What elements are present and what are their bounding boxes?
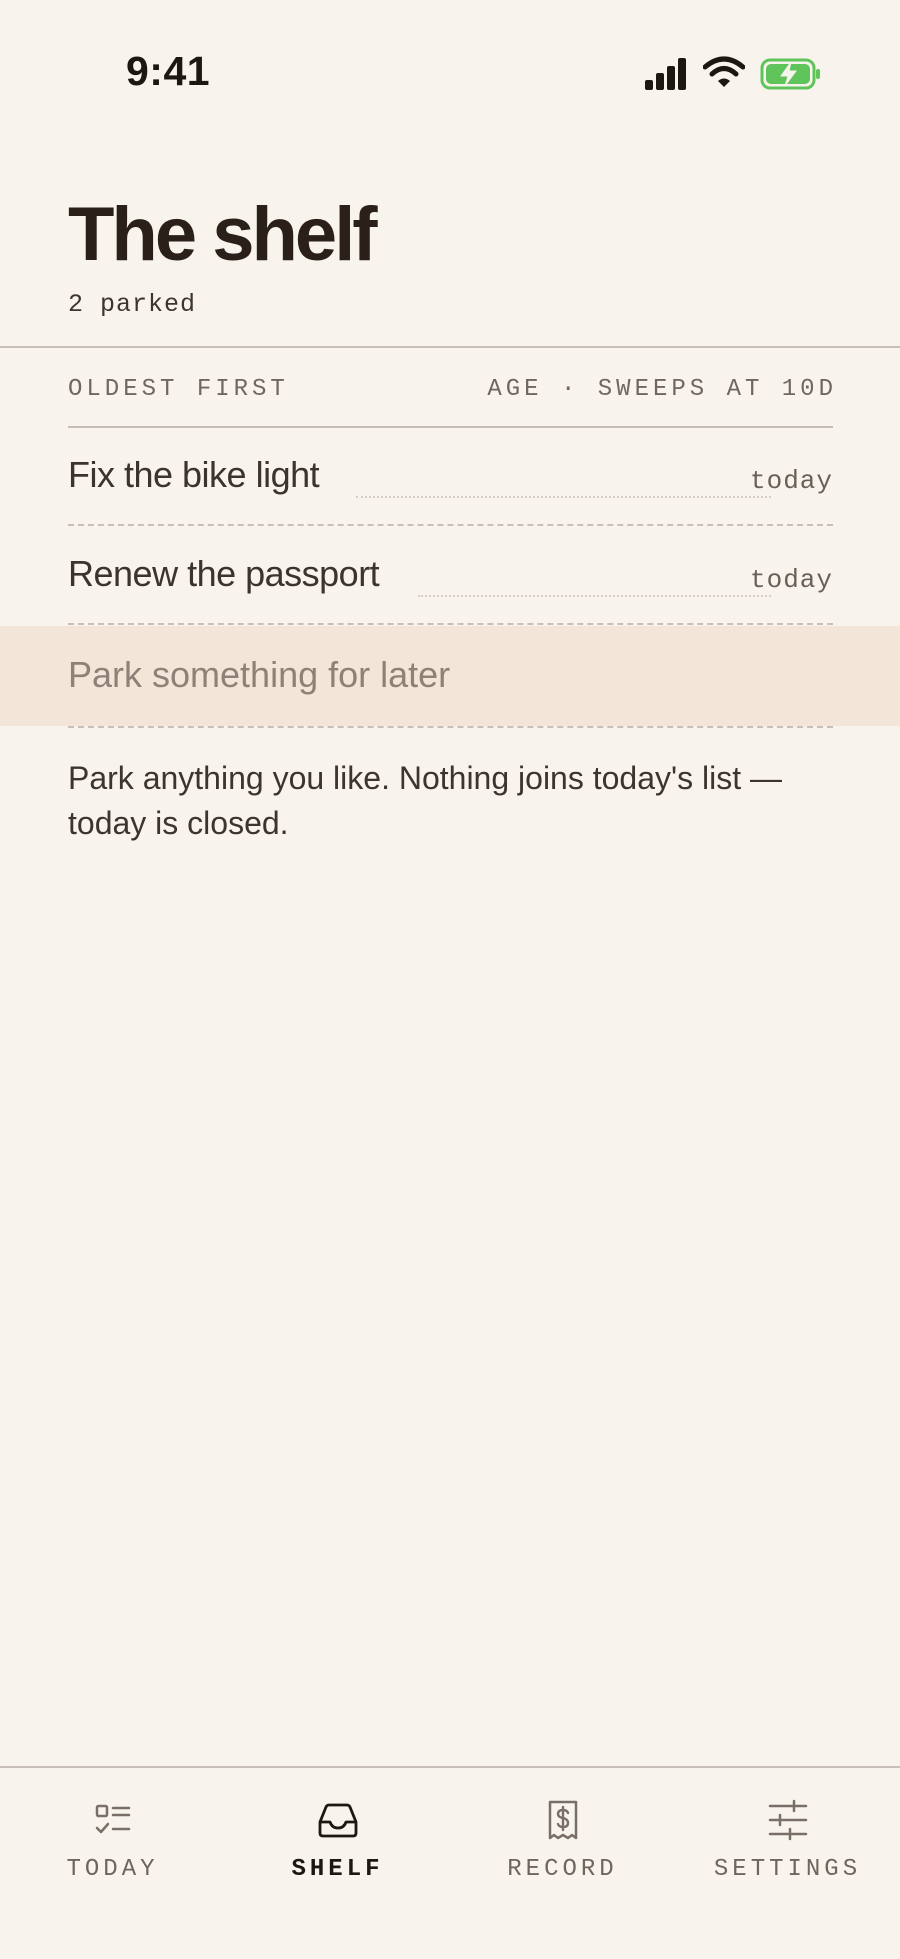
wifi-icon (703, 56, 745, 87)
add-item-row (0, 626, 900, 726)
status-bar: 9:41 (0, 0, 900, 140)
tab-settings[interactable]: SETTINGS (675, 1798, 900, 1918)
tab-label: SHELF (291, 1856, 384, 1883)
checklist-icon (95, 1804, 130, 1834)
shelf-note: Park anything you like. Nothing joins to… (68, 760, 783, 841)
tab-record[interactable]: RECORD (450, 1798, 675, 1918)
tab-label: TODAY (66, 1856, 159, 1883)
header-divider (0, 346, 900, 348)
sliders-icon (768, 1799, 807, 1841)
tab-bar: TODAY SHELF RECORD SETTINGS (0, 1766, 900, 1959)
tab-today[interactable]: TODAY (0, 1798, 225, 1918)
dotted-leader (356, 496, 771, 498)
tab-label: SETTINGS (713, 1856, 862, 1883)
page-title: The shelf (68, 192, 378, 277)
tab-label: RECORD (507, 1856, 618, 1883)
inbox-tray-icon (318, 1803, 357, 1838)
dotted-leader (418, 595, 771, 597)
item-title: Renew the passport (68, 553, 400, 595)
tab-shelf[interactable]: SHELF (225, 1798, 450, 1918)
list-header: OLDEST FIRST AGE · SWEEPS AT 10D (68, 372, 833, 428)
add-item-divider (68, 726, 833, 728)
status-time: 9:41 (126, 48, 211, 94)
page-header: The shelf 2 parked (68, 190, 378, 319)
cellular-signal-icon (645, 58, 686, 90)
parked-count: 2 parked (68, 290, 197, 319)
item-age: today (749, 565, 833, 595)
park-item-input[interactable] (68, 650, 833, 700)
list-item[interactable]: Fix the bike light today (68, 428, 833, 526)
item-age: today (749, 466, 833, 496)
receipt-dollar-icon (548, 1800, 577, 1840)
item-title: Fix the bike light (68, 454, 340, 496)
battery-charging-icon (760, 58, 820, 90)
sort-order-label[interactable]: OLDEST FIRST (68, 376, 289, 403)
age-column-label: AGE · SWEEPS AT 10D (487, 376, 837, 403)
list-item[interactable]: Renew the passport today (68, 527, 833, 625)
